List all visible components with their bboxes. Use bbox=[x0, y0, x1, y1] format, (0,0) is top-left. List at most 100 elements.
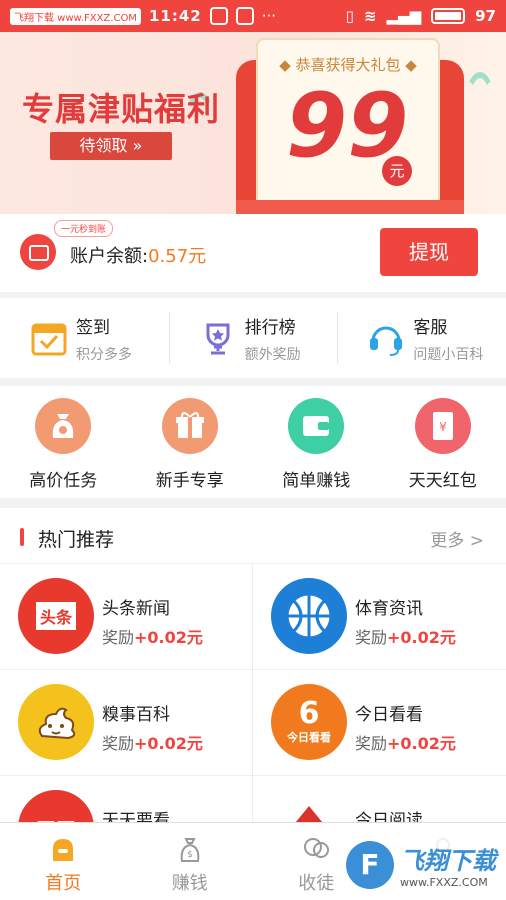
reward-label: 奖励 bbox=[102, 734, 135, 753]
watermark-url: www.FXXZ.COM bbox=[400, 876, 488, 889]
basketball-logo-icon bbox=[271, 578, 347, 654]
site-watermark: F 飞翔下载 www.FXXZ.COM bbox=[340, 836, 500, 894]
reward-amount: +0.02元 bbox=[387, 734, 456, 753]
notification-icon bbox=[209, 7, 228, 25]
feature-support[interactable]: 客服 问题小百科 bbox=[337, 298, 506, 378]
promo-banner[interactable]: 专属津贴福利 待领取 » ◆ 恭喜获得大礼包 ◆ 99 元 bbox=[0, 32, 506, 214]
battery-level: 97 bbox=[475, 7, 496, 25]
gift-card-title: ◆ 恭喜获得大礼包 ◆ bbox=[279, 56, 417, 74]
app-name: 头条新闻 bbox=[102, 599, 170, 619]
nav-earn[interactable]: $ 赚钱 bbox=[127, 823, 254, 900]
app-name: 今日看看 bbox=[355, 705, 423, 725]
quick-daily-envelope[interactable]: ¥ 天天红包 bbox=[380, 386, 506, 498]
feature-checkin[interactable]: 签到 积分多多 bbox=[0, 298, 169, 378]
wallet-icon bbox=[20, 234, 56, 270]
app-name: 天天要看 bbox=[102, 811, 170, 822]
balance-row: 一元秒到账 账户余额:0.57元 提现 bbox=[0, 214, 506, 292]
nav-label: 赚钱 bbox=[171, 873, 208, 894]
feature-title: 排行榜 bbox=[244, 317, 296, 338]
app-logo-text: 今日看看 bbox=[287, 731, 331, 744]
watermark-logo-icon: F bbox=[346, 841, 394, 889]
app-reward: 奖励+0.02元 bbox=[355, 624, 456, 648]
app-grid: 头条 头条新闻 奖励+0.02元 体育资讯 奖励+0.02元 糗事百科 奖励+0… bbox=[0, 564, 506, 822]
app-reward: 奖励+0.02元 bbox=[102, 624, 203, 648]
watermark-title: 飞翔下载 bbox=[400, 847, 496, 875]
reward-label: 奖励 bbox=[102, 628, 135, 647]
ribbon-decoration bbox=[460, 72, 500, 192]
app-card[interactable]: 6 今日看看 今日看看 奖励+0.02元 bbox=[253, 670, 506, 776]
tiantian-logo-icon: 天天 bbox=[18, 790, 94, 822]
battery-icon bbox=[431, 8, 466, 24]
balance-value: 0.57元 bbox=[148, 246, 207, 267]
app-logo-text: 头条 bbox=[35, 602, 76, 630]
reward-amount: +0.02元 bbox=[134, 734, 203, 753]
vibrate-icon: ▯ bbox=[345, 7, 354, 25]
app-reward: 奖励+0.02元 bbox=[355, 730, 456, 754]
app-card[interactable]: 头条 头条新闻 奖励+0.02元 bbox=[0, 564, 253, 670]
quick-actions: 高价任务 新手专享 简单赚钱 ¥ 天天红包 bbox=[0, 386, 506, 498]
banner-title: 专属津贴福利 bbox=[22, 90, 221, 128]
quick-high-tasks[interactable]: 高价任务 bbox=[0, 386, 127, 498]
red-envelope-front bbox=[236, 200, 464, 214]
wallet-icon bbox=[288, 398, 345, 454]
reward-amount: +0.02元 bbox=[387, 628, 456, 647]
app-card[interactable]: 糗事百科 奖励+0.02元 bbox=[0, 670, 253, 776]
reading-logo-icon bbox=[271, 790, 347, 822]
more-link[interactable]: 更多 > bbox=[430, 526, 484, 551]
feature-row: 签到 积分多多 排行榜 额外奖励 客服 问题小百科 bbox=[0, 298, 506, 378]
gift-unit: 元 bbox=[382, 156, 412, 186]
red-envelope-icon: ¥ bbox=[414, 398, 471, 454]
toutiao-logo-icon: 头条 bbox=[18, 578, 94, 654]
reward-amount: +0.02元 bbox=[134, 628, 203, 647]
app-logo-mark: 6 bbox=[298, 696, 320, 731]
more-dots-icon: ··· bbox=[261, 7, 277, 25]
fast-withdraw-tag: 一元秒到账 bbox=[54, 220, 114, 237]
app-reward: 奖励+0.02元 bbox=[102, 730, 203, 754]
calendar-check-icon bbox=[30, 319, 68, 357]
nav-label: 收徒 bbox=[298, 873, 335, 894]
app-card[interactable]: 体育资讯 奖励+0.02元 bbox=[253, 564, 506, 670]
feature-subtitle: 额外奖励 bbox=[244, 346, 301, 363]
app-logo-text: 天天 bbox=[36, 814, 76, 823]
feature-title: 客服 bbox=[413, 317, 448, 338]
feature-title: 签到 bbox=[76, 317, 110, 338]
feature-subtitle: 积分多多 bbox=[76, 346, 132, 363]
app-name: 糗事百科 bbox=[102, 705, 170, 725]
app-card[interactable]: 今日阅读 bbox=[253, 776, 506, 822]
signal-icon: ▂▄▆ bbox=[386, 7, 422, 25]
reward-label: 奖励 bbox=[355, 734, 388, 753]
quick-easy-money[interactable]: 简单赚钱 bbox=[253, 386, 380, 498]
shirt-icon bbox=[235, 7, 254, 25]
status-bar: 飞翔下载 www.FXXZ.COM 11:42 ··· ▯ ≋ ▂▄▆ 97 bbox=[0, 0, 506, 32]
nav-label: 首页 bbox=[45, 873, 82, 894]
svg-text:¥: ¥ bbox=[439, 420, 447, 434]
claim-button[interactable]: 待领取 » bbox=[50, 132, 172, 160]
app-card[interactable]: 天天 天天要看 bbox=[0, 776, 253, 822]
jinri-logo-icon: 6 今日看看 bbox=[271, 684, 347, 760]
quick-newbie[interactable]: 新手专享 bbox=[127, 386, 254, 498]
hot-section-header: 热门推荐 更多 > bbox=[0, 508, 506, 564]
feature-subtitle: 问题小百科 bbox=[413, 346, 484, 363]
status-time: 11:42 bbox=[148, 7, 202, 25]
money-bag-icon: $ bbox=[176, 835, 204, 863]
quick-label: 高价任务 bbox=[29, 471, 98, 491]
quick-label: 简单赚钱 bbox=[282, 471, 351, 491]
balance-label-text: 账户余额: bbox=[70, 246, 149, 267]
withdraw-button[interactable]: 提现 bbox=[380, 228, 478, 276]
apprentice-icon bbox=[302, 835, 330, 863]
headset-icon bbox=[367, 319, 405, 357]
app-name: 体育资讯 bbox=[355, 599, 423, 619]
status-watermark: 飞翔下载 www.FXXZ.COM bbox=[10, 7, 141, 25]
feature-ranking[interactable]: 排行榜 额外奖励 bbox=[168, 298, 338, 378]
quick-label: 新手专享 bbox=[155, 471, 224, 491]
svg-text:$: $ bbox=[187, 850, 193, 860]
wifi-icon: ≋ bbox=[363, 7, 377, 25]
gift-card: ◆ 恭喜获得大礼包 ◆ 99 元 bbox=[256, 38, 440, 214]
trophy-icon bbox=[199, 319, 237, 357]
money-bag-icon bbox=[35, 398, 92, 454]
home-icon bbox=[49, 835, 77, 863]
nav-home[interactable]: 首页 bbox=[0, 823, 127, 900]
qiushi-logo-icon bbox=[18, 684, 94, 760]
app-name: 今日阅读 bbox=[355, 811, 423, 822]
hot-title: 热门推荐 bbox=[38, 529, 115, 551]
